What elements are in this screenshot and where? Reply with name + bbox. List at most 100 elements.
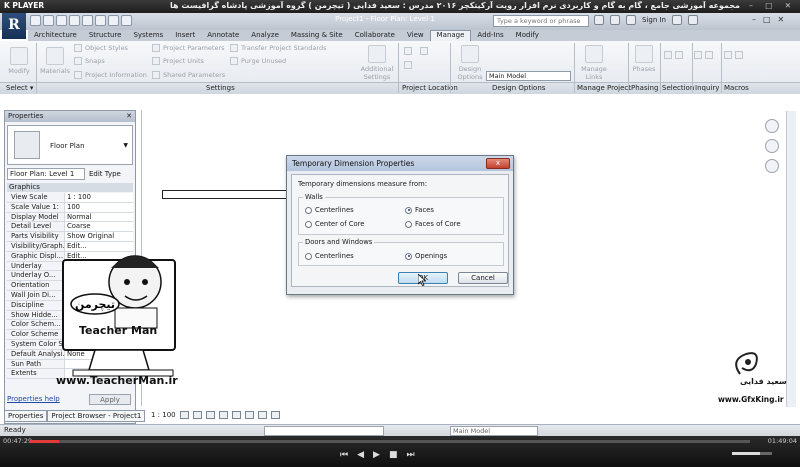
phases-button[interactable]: Phases (630, 45, 658, 73)
tab-massing-site[interactable]: Massing & Site (285, 30, 349, 41)
sun-path-icon[interactable] (205, 410, 215, 419)
walls-center-of-core-radio[interactable]: Center of Core (305, 220, 364, 228)
status-main-model-select[interactable]: Main Model (450, 426, 538, 436)
shadows-icon[interactable] (218, 410, 228, 419)
seek-progress (30, 440, 59, 443)
inquiry-tools[interactable] (694, 51, 713, 59)
design-options-button[interactable]: Design Options (456, 45, 484, 81)
volume-slider[interactable] (732, 452, 772, 455)
tab-manage[interactable]: Manage (429, 30, 472, 41)
crop-view-icon[interactable] (231, 410, 241, 419)
zoom-icon[interactable] (765, 159, 779, 173)
macros-tools[interactable] (724, 51, 743, 59)
panel-separator (628, 43, 629, 93)
object-styles-button[interactable]: Object Styles (74, 44, 128, 52)
wall-element[interactable] (162, 190, 292, 199)
view-cube-icon[interactable] (765, 119, 779, 133)
property-row[interactable]: Display Model Normal (7, 212, 133, 223)
player-window-controls[interactable]: – □ ✕ (749, 1, 796, 10)
selection-tools[interactable] (664, 51, 683, 59)
transfer-project-standards-button[interactable]: Transfer Project Standards (230, 44, 326, 52)
tab-systems[interactable]: Systems (127, 30, 169, 41)
walls-faces-radio[interactable]: Faces (405, 206, 434, 214)
tag-icon[interactable] (108, 15, 119, 26)
undo-icon[interactable] (56, 15, 67, 26)
tab-architecture[interactable]: Architecture (28, 30, 83, 41)
tab-project-browser[interactable]: Project Browser - Project1 (47, 410, 146, 422)
walls-faces-of-core-radio[interactable]: Faces of Core (405, 220, 461, 228)
tab-view[interactable]: View (401, 30, 430, 41)
print-icon[interactable] (82, 15, 93, 26)
panel-select[interactable]: Select ▾ (6, 84, 33, 92)
save-icon[interactable] (43, 15, 54, 26)
visual-style-icon[interactable] (192, 410, 202, 419)
steering-wheel-icon[interactable] (765, 139, 779, 153)
doors-centerlines-label: Centerlines (315, 252, 354, 260)
snaps-button[interactable]: Snaps (74, 57, 105, 65)
doors-centerlines-radio[interactable]: Centerlines (305, 252, 354, 260)
redo-icon[interactable] (69, 15, 80, 26)
property-value[interactable]: Normal (65, 212, 133, 222)
property-value[interactable]: 1 : 100 (65, 193, 133, 202)
show-crop-icon[interactable] (244, 410, 254, 419)
materials-button[interactable]: Materials (40, 47, 70, 75)
additional-settings-button[interactable]: Additional Settings (356, 45, 398, 81)
type-selector[interactable]: Floor Plan ▼ (7, 125, 133, 165)
location-tool-3[interactable] (420, 47, 428, 55)
tab-properties[interactable]: Properties (4, 410, 48, 422)
modify-button[interactable]: Modify (6, 47, 32, 75)
property-row[interactable]: Detail Level Coarse (7, 222, 133, 233)
temporary-hide-icon[interactable] (257, 410, 267, 419)
project-units-button[interactable]: Project Units (152, 57, 204, 65)
measure-icon[interactable] (95, 15, 106, 26)
design-option-select[interactable]: Main Model (486, 71, 571, 81)
property-value[interactable]: 100 (65, 202, 133, 212)
property-row[interactable]: View Scale 1 : 100 (7, 193, 133, 203)
exchange-icon[interactable] (672, 15, 682, 25)
category-graphics[interactable]: Graphics (7, 183, 133, 192)
revit-application-button[interactable]: R (2, 13, 26, 39)
edit-type-button[interactable]: Edit Type (89, 168, 121, 180)
binoculars-icon[interactable] (594, 15, 604, 25)
instance-select[interactable]: Floor Plan: Level 1 (7, 168, 85, 180)
properties-help-link[interactable]: Properties help (7, 395, 60, 403)
apply-button[interactable]: Apply (89, 394, 131, 405)
sign-in-link[interactable]: Sign In (642, 16, 666, 24)
playback-controls[interactable]: ⏮◀▶■⏭ (340, 450, 424, 460)
property-row[interactable]: Scale Value 1: 100 (7, 202, 133, 213)
purge-unused-button[interactable]: Purge Unused (230, 57, 286, 65)
help-icon[interactable] (688, 15, 698, 25)
3d-view-icon[interactable] (121, 15, 132, 26)
tab-collaborate[interactable]: Collaborate (349, 30, 401, 41)
reveal-hidden-icon[interactable] (270, 410, 280, 419)
star-icon[interactable] (610, 15, 620, 25)
tab-modify[interactable]: Modify (510, 30, 545, 41)
revit-window-controls[interactable]: –□✕ (752, 15, 791, 24)
tab-insert[interactable]: Insert (169, 30, 201, 41)
property-value[interactable]: Coarse (65, 222, 133, 232)
project-parameters-button[interactable]: Project Parameters (152, 44, 225, 52)
location-tool-2[interactable] (404, 61, 412, 69)
workset-select[interactable] (264, 426, 384, 436)
tab-annotate[interactable]: Annotate (201, 30, 245, 41)
user-icon[interactable] (626, 15, 636, 25)
tab-add-ins[interactable]: Add-Ins (471, 30, 509, 41)
open-icon[interactable] (30, 15, 41, 26)
tab-analyze[interactable]: Analyze (245, 30, 285, 41)
doors-openings-radio[interactable]: Openings (405, 252, 447, 260)
seek-bar[interactable] (30, 440, 750, 443)
close-icon[interactable]: ✕ (126, 111, 132, 122)
shared-parameters-button[interactable]: Shared Parameters (152, 71, 225, 79)
tab-structure[interactable]: Structure (83, 30, 128, 41)
detail-level-icon[interactable] (179, 410, 189, 419)
cancel-button[interactable]: Cancel (458, 272, 508, 284)
transfer-project-standards-label: Transfer Project Standards (241, 44, 327, 52)
vertical-scrollbar[interactable] (786, 111, 796, 407)
location-tool-1[interactable] (404, 47, 412, 55)
manage-links-button[interactable]: Manage Links (578, 45, 610, 81)
help-search-input[interactable]: Type a keyword or phrase (493, 15, 589, 27)
view-scale[interactable]: 1 : 100 (151, 411, 176, 419)
dialog-close-button[interactable]: x (486, 158, 510, 169)
walls-centerlines-radio[interactable]: Centerlines (305, 206, 354, 214)
project-information-button[interactable]: Project Information (74, 71, 147, 79)
